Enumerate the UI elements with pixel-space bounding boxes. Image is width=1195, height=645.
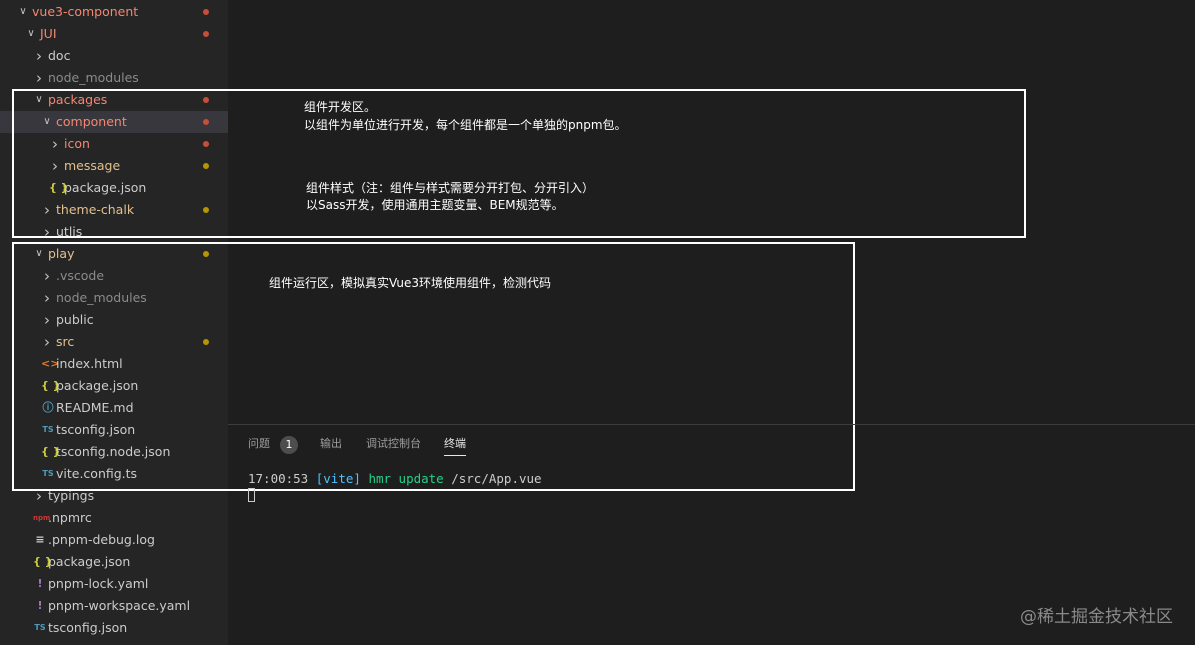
explorer-item-label: package.json — [48, 554, 131, 569]
explorer-item-label: .npmrc — [48, 510, 92, 525]
explorer-item[interactable]: › doc — [0, 45, 228, 67]
tab-output[interactable]: 输出 — [320, 437, 342, 455]
style-area-description: 以Sass开发，使用通用主题变量、BEM规范等。 — [306, 198, 564, 212]
dev-area-box — [12, 89, 1026, 238]
terminal-path: /src/App.vue — [451, 471, 542, 486]
explorer-item[interactable]: ≡ .pnpm-debug.log — [0, 529, 228, 551]
file-type-icon: { } — [33, 555, 53, 568]
chevron-right-icon[interactable]: › — [32, 45, 46, 67]
explorer-item[interactable]: { } package.json — [0, 551, 228, 573]
explorer-item-label: tsconfig.json — [48, 620, 128, 635]
explorer-item-label: .pnpm-debug.log — [48, 532, 155, 547]
dev-area-description: 以组件为单位进行开发，每个组件都是一个单独的pnpm包。 — [304, 118, 627, 132]
chevron-down-icon[interactable]: ∨ — [16, 1, 30, 23]
chevron-right-icon[interactable]: › — [32, 67, 46, 89]
chevron-down-icon[interactable]: ∨ — [24, 23, 38, 45]
run-area-description: 组件运行区，模拟真实Vue3环境使用组件，检测代码 — [269, 276, 552, 290]
style-area-title: 组件样式（注：组件与样式需要分开打包、分开引入） — [306, 181, 595, 195]
tab-terminal[interactable]: 终端 — [444, 437, 466, 456]
tab-debug-console[interactable]: 调试控制台 — [366, 437, 421, 455]
watermark: @稀土掘金技术社区 — [1020, 607, 1173, 627]
git-status-dot — [203, 9, 209, 15]
terminal-cursor — [248, 488, 255, 502]
explorer-item[interactable]: ! pnpm-workspace.yaml — [0, 595, 228, 617]
problems-count-badge: 1 — [280, 436, 298, 454]
terminal-time: 17:00:53 — [248, 471, 309, 486]
tab-problems[interactable]: 问题 — [248, 437, 270, 455]
file-type-icon: ! — [37, 599, 43, 612]
explorer-item-label: JUI — [40, 26, 57, 41]
explorer-item-label: vue3-component — [32, 4, 139, 19]
terminal-output-line[interactable]: 17:00:53 [vite] hmr update /src/App.vue — [248, 470, 542, 488]
dev-area-title: 组件开发区。 — [304, 100, 377, 114]
explorer-item[interactable]: ∨ JUI — [0, 23, 228, 45]
file-type-icon: npm — [33, 514, 51, 522]
panel-divider — [228, 424, 1195, 425]
git-status-dot — [203, 31, 209, 37]
explorer-item[interactable]: TS tsconfig.json — [0, 617, 228, 639]
explorer-item-label: doc — [48, 48, 71, 63]
explorer-item[interactable]: ∨ vue3-component — [0, 1, 228, 23]
explorer-item[interactable]: npm .npmrc — [0, 507, 228, 529]
explorer-item-label: pnpm-lock.yaml — [48, 576, 149, 591]
file-type-icon: ≡ — [35, 533, 45, 546]
file-type-icon: TS — [34, 623, 46, 632]
explorer-item[interactable]: › node_modules — [0, 67, 228, 89]
file-type-icon: ! — [37, 577, 43, 590]
explorer-item-label: node_modules — [48, 70, 139, 85]
terminal-vite-tag: [vite] — [315, 471, 361, 486]
terminal-message: hmr update — [368, 471, 444, 486]
explorer-item[interactable]: ! pnpm-lock.yaml — [0, 573, 228, 595]
explorer-item-label: pnpm-workspace.yaml — [48, 598, 191, 613]
